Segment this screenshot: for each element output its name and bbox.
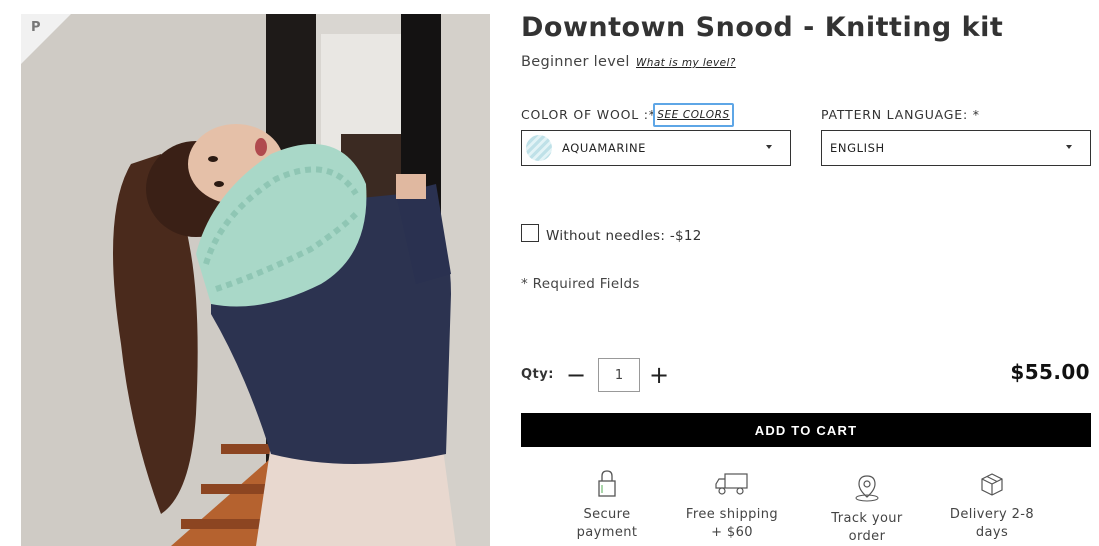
feature-free-shipping: Free shipping + $60 bbox=[672, 468, 792, 542]
truck-icon bbox=[715, 473, 748, 495]
required-fields-note: * Required Fields bbox=[521, 276, 640, 292]
pattern-language-label: PATTERN LANGUAGE: * bbox=[821, 107, 980, 122]
lock-icon bbox=[598, 470, 616, 497]
wool-color-swatch bbox=[526, 135, 552, 161]
product-photo-illustration bbox=[21, 14, 490, 546]
feature-line1: Secure bbox=[583, 507, 631, 522]
feature-line1: Free shipping bbox=[685, 507, 779, 522]
box-icon bbox=[981, 473, 1003, 496]
skill-level: Beginner level bbox=[521, 54, 630, 70]
quantity-increase-button[interactable]: + bbox=[648, 362, 670, 388]
pattern-language-value: ENGLISH bbox=[830, 141, 885, 155]
map-pin-icon bbox=[855, 475, 879, 502]
color-of-wool-select[interactable]: AQUAMARINE bbox=[521, 130, 791, 166]
pin-corner-tab bbox=[21, 14, 71, 64]
quantity-input[interactable] bbox=[598, 358, 640, 392]
product-price: $55.00 bbox=[1010, 360, 1090, 384]
what-is-my-level-link[interactable]: What is my level? bbox=[636, 57, 736, 69]
product-image[interactable]: P bbox=[21, 14, 490, 546]
add-to-cart-button[interactable]: ADD TO CART bbox=[521, 413, 1091, 447]
feature-delivery: Delivery 2-8 days bbox=[932, 468, 1052, 542]
product-title: Downtown Snood - Knitting kit bbox=[521, 12, 1004, 43]
color-of-wool-label: COLOR OF WOOL :* bbox=[521, 107, 656, 122]
feature-line1: Track your bbox=[831, 511, 903, 526]
feature-line2: days bbox=[975, 525, 1009, 540]
feature-line2: payment bbox=[576, 525, 638, 540]
see-colors-link[interactable]: SEE COLORS bbox=[653, 103, 734, 127]
pinterest-icon[interactable]: P bbox=[31, 20, 45, 36]
feature-line2: + $60 bbox=[711, 525, 753, 540]
without-needles-checkbox[interactable] bbox=[521, 224, 539, 242]
without-needles-label[interactable]: Without needles: -$12 bbox=[546, 228, 702, 244]
feature-secure-payment: Secure payment bbox=[547, 468, 667, 542]
feature-line2: order bbox=[848, 529, 886, 544]
chevron-down-icon bbox=[1066, 145, 1072, 149]
quantity-decrease-button[interactable]: − bbox=[565, 362, 587, 388]
quantity-label: Qty: bbox=[521, 367, 554, 382]
feature-line1: Delivery 2-8 bbox=[949, 507, 1035, 522]
chevron-down-icon bbox=[766, 145, 772, 149]
color-of-wool-value: AQUAMARINE bbox=[562, 141, 647, 155]
feature-track-order: Track your order bbox=[807, 468, 927, 546]
pattern-language-select[interactable]: ENGLISH bbox=[821, 130, 1091, 166]
